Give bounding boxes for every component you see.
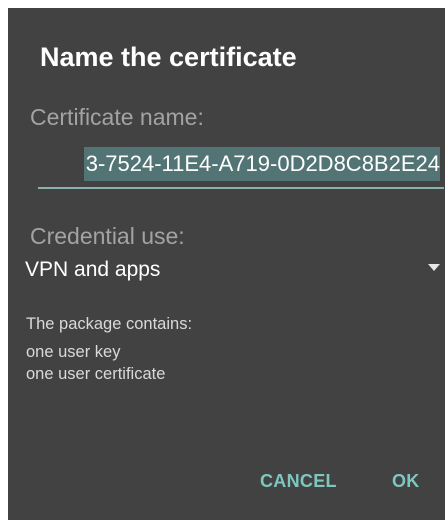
certificate-name-value[interactable]: 3-7524-11E4-A719-0D2D8C8B2E24 (83, 147, 440, 181)
package-contains-label: The package contains: (26, 315, 193, 333)
credential-use-select[interactable]: VPN and apps (20, 252, 440, 292)
package-item-user-certificate: one user certificate (26, 365, 166, 383)
certificate-dialog: Name the certificate Certificate name: 3… (8, 8, 445, 520)
certificate-name-input[interactable]: 3-7524-11E4-A719-0D2D8C8B2E24 (30, 140, 444, 196)
dropdown-arrow-icon[interactable] (428, 264, 440, 271)
package-item-user-key: one user key (26, 343, 121, 361)
certificate-name-label: Certificate name: (30, 104, 204, 130)
dialog-title: Name the certificate (40, 42, 297, 72)
cancel-button[interactable]: CANCEL (260, 471, 337, 492)
certificate-name-underline (38, 187, 444, 189)
credential-use-label: Credential use: (30, 223, 185, 249)
credential-use-value: VPN and apps (25, 258, 161, 281)
ok-button[interactable]: OK (392, 471, 420, 492)
